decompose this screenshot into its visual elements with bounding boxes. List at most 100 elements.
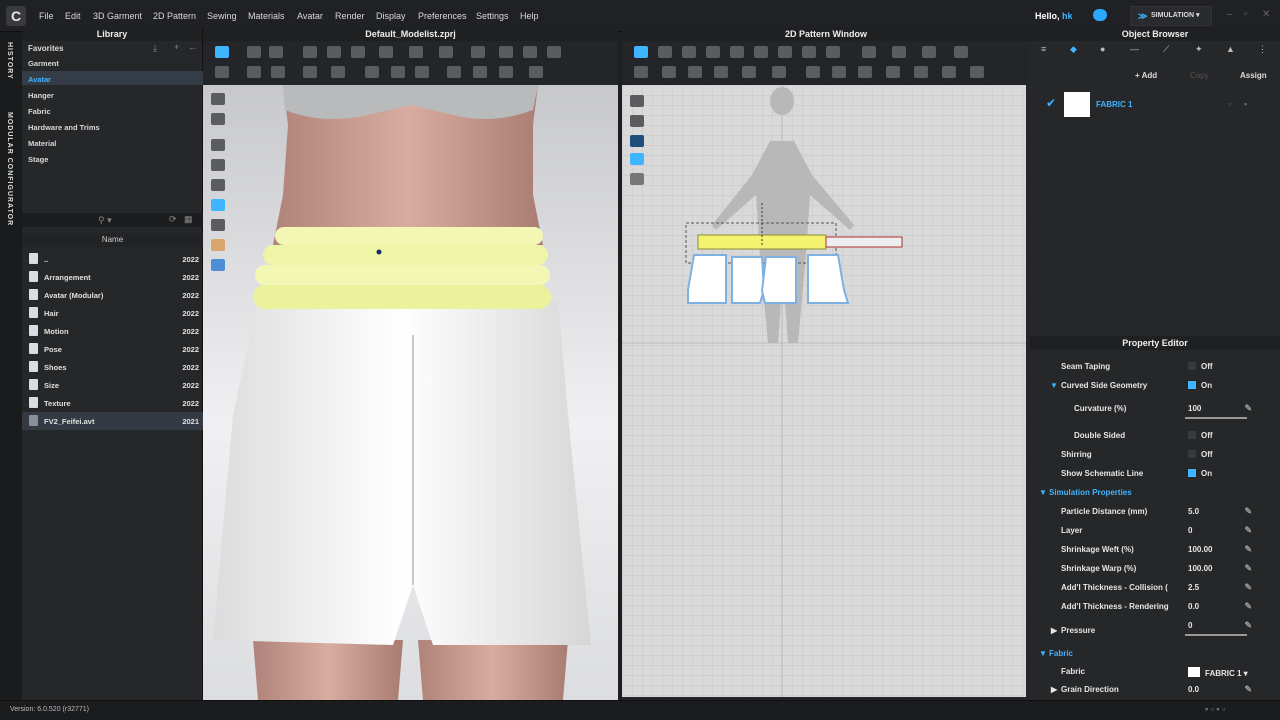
arrange-icon[interactable] bbox=[215, 66, 229, 78]
favorite-garment[interactable]: Garment bbox=[28, 59, 59, 68]
measure-2d-icon[interactable] bbox=[886, 66, 900, 78]
pattern-tool-icon[interactable] bbox=[630, 95, 644, 107]
fold-tool-icon[interactable] bbox=[379, 46, 393, 58]
buttonhole-icon[interactable] bbox=[473, 66, 487, 78]
favorite-avatar[interactable]: Avatar bbox=[28, 75, 51, 84]
pattern-list-icon[interactable] bbox=[630, 173, 644, 185]
schematic-line-checkbox[interactable] bbox=[1188, 469, 1196, 477]
assign-button[interactable]: Assign bbox=[1240, 71, 1267, 80]
menu-render[interactable]: Render bbox=[335, 11, 365, 21]
segment-sewing-icon[interactable] bbox=[634, 66, 648, 78]
segment-tool-icon[interactable] bbox=[351, 46, 365, 58]
pencil-icon[interactable]: ✎ bbox=[1244, 620, 1252, 631]
favorite-material[interactable]: Material bbox=[28, 139, 56, 148]
line-tab-icon[interactable]: ⟋ bbox=[1163, 44, 1169, 55]
pencil-icon[interactable]: ✎ bbox=[1244, 544, 1252, 555]
transform-tool-icon[interactable] bbox=[247, 46, 261, 58]
refresh-icon[interactable]: ⟳ bbox=[169, 214, 177, 225]
button-tab-icon[interactable]: ● bbox=[1100, 44, 1105, 54]
avatar-display-icon[interactable] bbox=[211, 239, 225, 251]
user-greeting[interactable]: Hello, hk bbox=[1035, 11, 1073, 21]
section-fabric[interactable]: ▼ Fabric bbox=[1030, 645, 1280, 663]
text-tool-icon[interactable] bbox=[954, 46, 968, 58]
shirring-checkbox[interactable] bbox=[1188, 450, 1196, 458]
view-hanger-icon[interactable] bbox=[211, 219, 225, 231]
curvature-value[interactable]: 100 bbox=[1188, 404, 1201, 413]
cloud-icon[interactable] bbox=[1093, 9, 1107, 21]
internal-rectangle-icon[interactable] bbox=[778, 46, 792, 58]
close-icon[interactable]: ✕ bbox=[1262, 9, 1270, 20]
section-simulation-properties[interactable]: ▼ Simulation Properties bbox=[1030, 484, 1280, 502]
garment-icon[interactable] bbox=[471, 46, 485, 58]
2d-canvas[interactable] bbox=[622, 85, 1026, 697]
select-tool-icon[interactable] bbox=[215, 46, 229, 58]
back-icon[interactable]: ← bbox=[188, 42, 197, 52]
fabric-delete-icon[interactable]: ▪ bbox=[1244, 99, 1247, 109]
menu-help[interactable]: Help bbox=[520, 11, 539, 21]
adjust-pattern-icon[interactable] bbox=[634, 46, 648, 58]
menu-materials[interactable]: Materials bbox=[248, 11, 285, 21]
view-texture-icon[interactable] bbox=[211, 139, 225, 151]
zipper-icon[interactable] bbox=[415, 66, 429, 78]
view-garment-icon[interactable] bbox=[211, 93, 225, 105]
pencil-icon[interactable]: ✎ bbox=[1244, 582, 1252, 593]
pants-icon[interactable] bbox=[523, 46, 537, 58]
pressure-value[interactable]: 0 bbox=[1188, 621, 1192, 630]
menu-file[interactable]: File bbox=[39, 11, 54, 21]
prop-value[interactable]: 0.0 bbox=[1188, 685, 1199, 694]
tab-history[interactable]: HISTORY bbox=[6, 42, 13, 80]
double-sided-checkbox[interactable] bbox=[1188, 431, 1196, 439]
file-row[interactable]: Texture 2022 bbox=[22, 394, 203, 412]
3d-viewport[interactable] bbox=[203, 85, 618, 700]
pencil-icon[interactable]: ✎ bbox=[1244, 525, 1252, 536]
fabric-view-icon[interactable] bbox=[630, 153, 644, 165]
favorite-stage[interactable]: Stage bbox=[28, 155, 48, 164]
file-row[interactable]: Avatar (Modular) 2022 bbox=[22, 286, 203, 304]
file-row-selected[interactable]: FV2_Feifei.avt 2021 bbox=[22, 412, 203, 430]
fabric-tab-icon[interactable]: ◆ bbox=[1070, 44, 1077, 55]
topstitch-tab-icon[interactable]: — bbox=[1130, 44, 1139, 54]
menu-3d-garment[interactable]: 3D Garment bbox=[93, 11, 142, 21]
pencil-icon[interactable]: ✎ bbox=[1244, 684, 1252, 695]
maximize-icon[interactable]: ▫ bbox=[1244, 9, 1248, 20]
prop-value[interactable]: 100.00 bbox=[1188, 545, 1212, 554]
file-row[interactable]: Motion 2022 bbox=[22, 322, 203, 340]
grid-2d-icon[interactable] bbox=[970, 66, 984, 78]
topstitch-icon[interactable] bbox=[391, 66, 405, 78]
edit-pattern-icon[interactable] bbox=[658, 46, 672, 58]
elastic-icon[interactable] bbox=[742, 66, 756, 78]
unfold-icon[interactable] bbox=[892, 46, 906, 58]
menu-avatar[interactable]: Avatar bbox=[297, 11, 323, 21]
column-header-name[interactable]: Name bbox=[22, 233, 203, 247]
minimize-icon[interactable]: – bbox=[1227, 9, 1233, 20]
library-search[interactable]: ⚲ ▾ ⟳ ▦ bbox=[22, 213, 203, 227]
graphic-icon[interactable] bbox=[806, 66, 820, 78]
pencil-icon[interactable]: ✎ bbox=[1244, 563, 1252, 574]
button-tool-icon[interactable] bbox=[447, 66, 461, 78]
check-sewing-icon[interactable] bbox=[688, 66, 702, 78]
dxf-icon[interactable] bbox=[942, 66, 956, 78]
download-icon[interactable]: ⤓ bbox=[153, 43, 157, 54]
prop-value[interactable]: 100.00 bbox=[1188, 564, 1212, 573]
pin-tool-icon[interactable] bbox=[409, 46, 423, 58]
seam-taping-checkbox[interactable] bbox=[1188, 362, 1196, 370]
list-icon[interactable]: ≡ bbox=[1041, 44, 1046, 54]
pencil-icon[interactable]: ✎ bbox=[1244, 601, 1252, 612]
copy-button[interactable]: Copy bbox=[1190, 71, 1209, 80]
file-row[interactable]: Shoes 2022 bbox=[22, 358, 203, 376]
dart-icon[interactable] bbox=[802, 46, 816, 58]
view-flat-icon[interactable] bbox=[211, 199, 225, 211]
transform-pattern-icon[interactable] bbox=[682, 46, 696, 58]
prop-value[interactable]: 0.0 bbox=[1188, 602, 1199, 611]
favorite-fabric[interactable]: Fabric bbox=[28, 107, 51, 116]
prop-value[interactable]: 2.5 bbox=[1188, 583, 1199, 592]
shirt-icon[interactable] bbox=[499, 46, 513, 58]
puckering-tab-icon[interactable]: ✦ bbox=[1195, 44, 1203, 55]
sewing-edit-icon[interactable] bbox=[327, 46, 341, 58]
file-row[interactable]: Size 2022 bbox=[22, 376, 203, 394]
grading-icon[interactable] bbox=[858, 66, 872, 78]
curvature-slider[interactable] bbox=[1185, 417, 1247, 419]
free-sewing-icon[interactable] bbox=[662, 66, 676, 78]
prop-value[interactable]: 5.0 bbox=[1188, 507, 1199, 516]
fabric-item[interactable]: ✔ FABRIC 1 ▫ ▪ bbox=[1030, 91, 1280, 117]
